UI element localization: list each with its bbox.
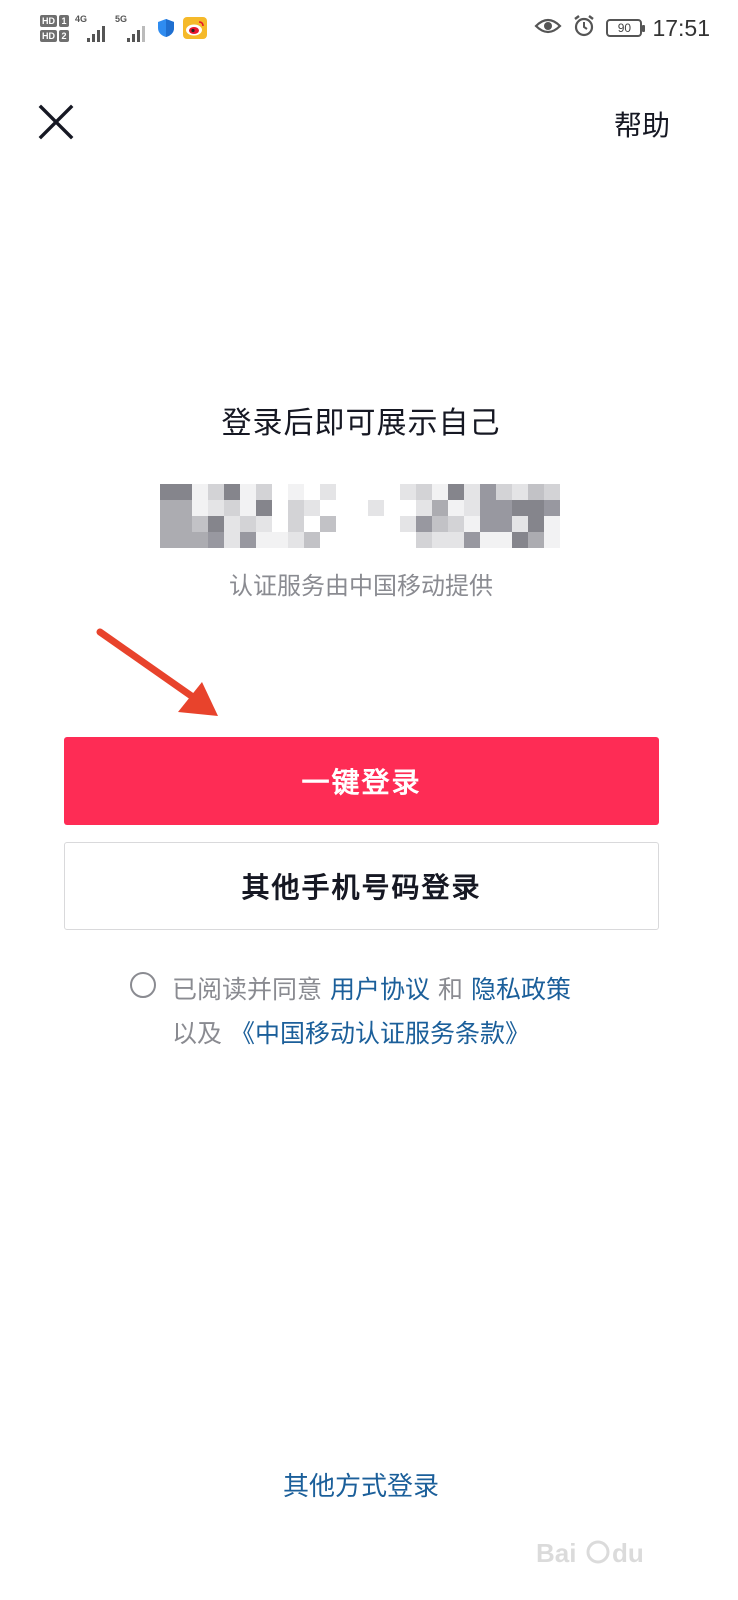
agreement-and: 和: [438, 975, 464, 1004]
agree-checkbox[interactable]: [130, 972, 156, 998]
one-click-login-button[interactable]: 一键登录: [64, 737, 659, 825]
page-title: 登录后即可展示自己: [221, 406, 501, 441]
weibo-icon: [183, 17, 207, 39]
sim2-network-type: 5G: [115, 14, 128, 24]
close-button[interactable]: [36, 102, 76, 142]
status-bar-right: 90 17:51: [534, 8, 710, 48]
hd-num: 1: [59, 14, 69, 27]
privacy-policy-link[interactable]: 隐私政策: [471, 975, 571, 1004]
hd-2-badge: HD 2: [40, 29, 69, 42]
masked-phone-number: [60, 476, 700, 554]
annotation-arrow-icon: [96, 628, 218, 716]
auth-provider-text: 认证服务由中国移动提供: [229, 572, 493, 600]
hd-tag: HD: [40, 29, 57, 42]
agreement-also: 以及: [172, 1019, 223, 1048]
svg-text:Bai: Bai: [536, 1538, 576, 1568]
cmcc-terms-link[interactable]: 《中国移动认证服务条款》: [230, 1019, 530, 1048]
agreement-prefix: 已阅读并同意: [172, 975, 323, 1004]
status-bar: HD 1 HD 2 4G 5G 90 17:51: [0, 0, 738, 56]
other-login-methods-link[interactable]: 其他方式登录: [0, 1466, 722, 1503]
hd-tag: HD: [40, 14, 57, 27]
eye-icon: [534, 17, 562, 39]
alarm-clock-icon: [572, 14, 596, 42]
hd-1-badge: HD 1: [40, 14, 69, 27]
sim1-signal-icon: 4G: [75, 14, 109, 42]
shield-icon: [155, 17, 177, 39]
close-icon: [38, 104, 74, 140]
sim1-network-type: 4G: [75, 14, 88, 24]
agreement-line-2: 以及 《中国移动认证服务条款》: [172, 1014, 530, 1050]
status-bar-left: HD 1 HD 2 4G 5G: [40, 8, 207, 48]
user-agreement-link[interactable]: 用户协议: [330, 975, 430, 1004]
help-button[interactable]: 帮助: [614, 104, 670, 144]
other-phone-login-button[interactable]: 其他手机号码登录: [64, 842, 659, 930]
status-time: 17:51: [652, 14, 710, 41]
baidu-watermark-logo: Bai du: [536, 1538, 644, 1568]
hd-indicators: HD 1 HD 2: [40, 14, 69, 42]
battery-icon: 90: [606, 19, 646, 37]
hd-num: 2: [59, 29, 69, 42]
svg-text:du: du: [612, 1538, 644, 1568]
battery-level: 90: [617, 21, 632, 35]
sim2-signal-icon: 5G: [115, 14, 149, 42]
phone-mosaic: [160, 484, 560, 548]
agreement-line-1: 已阅读并同意 用户协议和隐私政策: [172, 970, 571, 1006]
